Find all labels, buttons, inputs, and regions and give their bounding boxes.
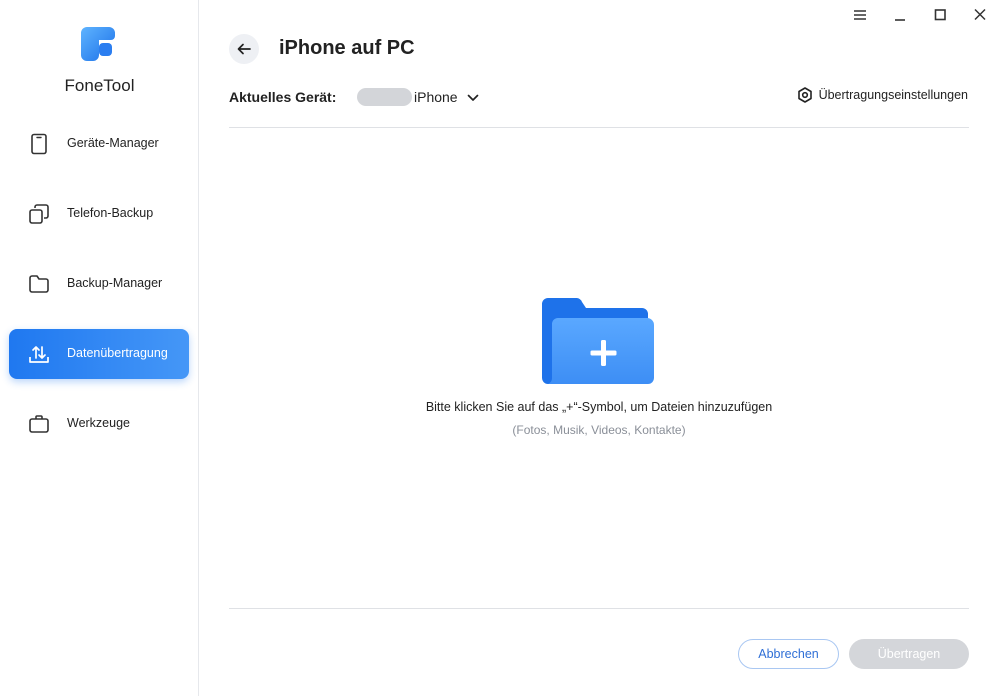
arrow-left-icon	[237, 43, 251, 55]
device-name: iPhone	[414, 89, 458, 105]
file-types-hint: (Fotos, Musik, Videos, Kontakte)	[512, 423, 686, 437]
device-selector[interactable]: iPhone	[357, 86, 479, 108]
sidebar-item-datenuebertragung[interactable]: Datenübertragung	[9, 329, 189, 379]
drop-zone: Bitte klicken Sie auf das „+“-Symbol, um…	[229, 128, 969, 608]
footer-divider	[229, 608, 969, 609]
page-title: iPhone auf PC	[279, 37, 415, 59]
phone-icon	[31, 133, 47, 155]
copy-icon	[29, 204, 49, 224]
gear-icon	[797, 87, 812, 103]
minimize-icon[interactable]	[890, 6, 910, 24]
sidebar-item-werkzeuge[interactable]: Werkzeuge	[9, 399, 189, 449]
menu-icon[interactable]	[850, 6, 870, 24]
transfer-settings-button[interactable]: Übertragungseinstellungen	[797, 87, 968, 103]
add-files-button[interactable]	[542, 298, 655, 385]
current-device-label: Aktuelles Gerät:	[229, 89, 337, 105]
sidebar-item-geraete-manager[interactable]: Geräte-Manager	[9, 119, 189, 169]
sidebar-item-backup-manager[interactable]: Backup-Manager	[9, 259, 189, 309]
back-button[interactable]	[229, 34, 259, 64]
cancel-button[interactable]: Abbrechen	[738, 639, 839, 669]
briefcase-icon	[29, 415, 49, 433]
close-icon[interactable]	[970, 6, 990, 24]
app-name: FoneTool	[64, 76, 135, 95]
chevron-down-icon	[467, 94, 478, 101]
transfer-icon	[29, 346, 49, 363]
maximize-icon[interactable]	[930, 6, 950, 24]
fonetool-logo-icon	[81, 27, 115, 61]
transfer-button[interactable]: Übertragen	[849, 639, 969, 669]
sidebar-item-telefon-backup[interactable]: Telefon-Backup	[9, 189, 189, 239]
transfer-settings-label: Übertragungseinstellungen	[818, 88, 968, 102]
sidebar: FoneTool Geräte-Manager Telefon-Backup B…	[0, 0, 199, 696]
sidebar-item-label: Werkzeuge	[67, 416, 130, 430]
sidebar-item-label: Geräte-Manager	[67, 136, 159, 150]
folder-icon	[29, 275, 49, 293]
add-files-hint: Bitte klicken Sie auf das „+“-Symbol, um…	[425, 400, 773, 414]
sidebar-item-label: Datenübertragung	[67, 346, 168, 360]
sidebar-item-label: Backup-Manager	[67, 276, 163, 290]
sidebar-item-label: Telefon-Backup	[67, 206, 154, 220]
device-name-redacted	[357, 88, 412, 106]
